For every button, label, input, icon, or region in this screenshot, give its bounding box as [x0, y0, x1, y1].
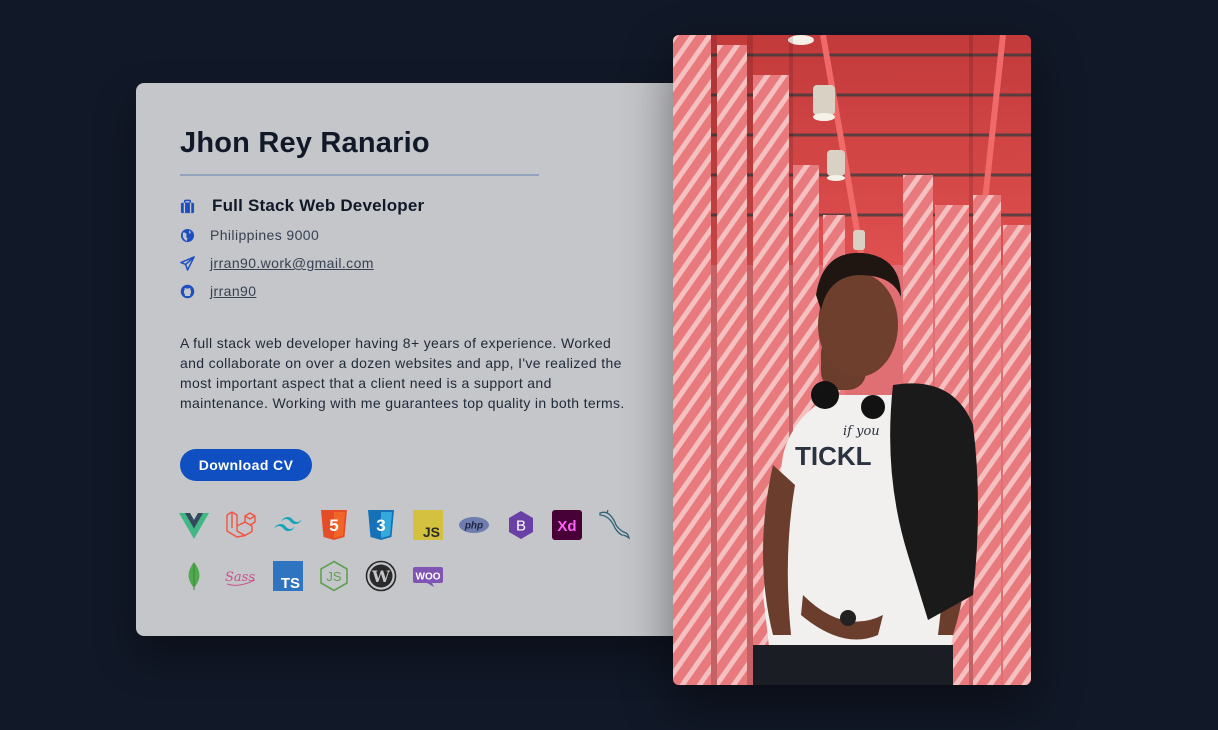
- wordpress-icon: W: [365, 560, 397, 592]
- svg-text:3: 3: [376, 516, 385, 535]
- bootstrap-icon: B: [505, 509, 537, 541]
- svg-text:JS: JS: [423, 524, 440, 540]
- svg-text:B: B: [516, 518, 526, 535]
- shirt-print: TICKL: [795, 441, 872, 471]
- email-row: jrran90.work@gmail.com: [180, 255, 374, 271]
- svg-text:TS: TS: [281, 575, 300, 592]
- shirt-print-small: if you: [843, 424, 880, 439]
- svg-text:WOO: WOO: [416, 572, 441, 583]
- javascript-icon: JS: [412, 509, 444, 541]
- svg-text:W: W: [371, 567, 391, 586]
- paper-plane-icon: [180, 255, 195, 271]
- css3-icon: 3: [365, 509, 397, 541]
- nodejs-icon: JS: [318, 560, 350, 592]
- name-divider: [180, 174, 539, 176]
- vue-icon: [178, 509, 210, 541]
- role-text: Full Stack Web Developer: [212, 196, 425, 215]
- bio-text: A full stack web developer having 8+ yea…: [180, 335, 625, 411]
- profile-name: Jhon Rey Ranario: [180, 127, 430, 159]
- role-row: Full Stack Web Developer: [180, 196, 424, 216]
- sass-icon: Sass: [225, 560, 257, 592]
- briefcase-icon: [180, 199, 195, 214]
- location-row: Philippines 9000: [180, 227, 319, 243]
- svg-text:Xd: Xd: [557, 518, 576, 535]
- github-link[interactable]: jrran90: [210, 283, 256, 299]
- mysql-icon: [598, 509, 631, 541]
- typescript-icon: TS: [272, 560, 304, 592]
- github-icon: [180, 284, 195, 299]
- tailwind-icon: [272, 509, 304, 541]
- adobe-xd-icon: Xd: [551, 509, 583, 541]
- profile-card: Jhon Rey Ranario Full Stack Web Develope…: [136, 83, 696, 636]
- php-icon: php: [458, 509, 490, 541]
- email-link[interactable]: jrran90.work@gmail.com: [210, 255, 374, 271]
- laravel-icon: [225, 509, 257, 541]
- svg-text:php: php: [464, 521, 483, 532]
- globe-icon: [180, 228, 195, 243]
- svg-text:JS: JS: [326, 569, 342, 584]
- svg-text:Sass: Sass: [225, 570, 255, 585]
- download-cv-button[interactable]: Download CV: [180, 449, 312, 481]
- html5-icon: 5: [318, 509, 350, 541]
- location-text: Philippines 9000: [210, 227, 320, 243]
- profile-photo: TICKL if you: [673, 35, 1031, 685]
- svg-text:5: 5: [329, 516, 338, 535]
- github-row: jrran90: [180, 283, 256, 299]
- woocommerce-icon: WOO: [412, 560, 444, 592]
- mongodb-icon: [178, 560, 210, 592]
